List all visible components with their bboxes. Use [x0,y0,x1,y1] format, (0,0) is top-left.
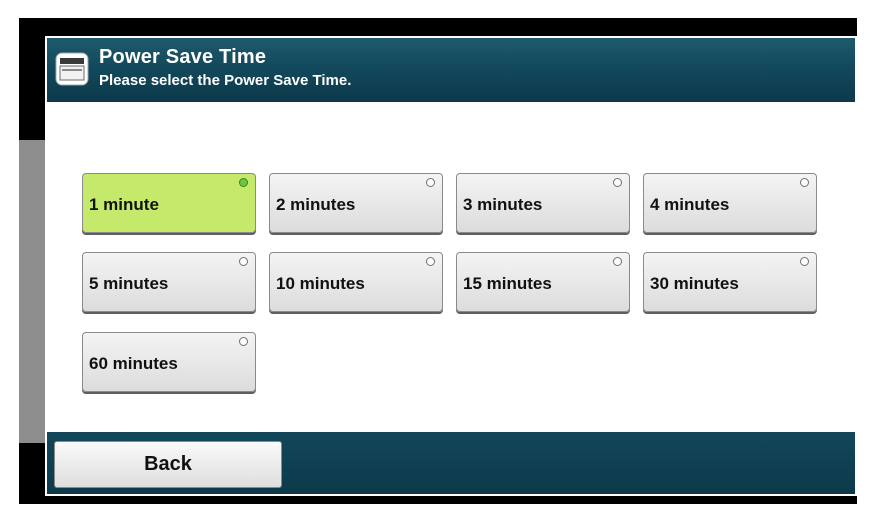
option-3-minutes[interactable]: 3 minutes [456,173,630,233]
option-label: 15 minutes [463,274,552,293]
device-screen: Power Save Time Please select the Power … [19,18,857,504]
power-save-dialog: Power Save Time Please select the Power … [45,36,857,496]
panel-display-icon [55,52,89,86]
radio-indicator-icon [239,337,248,346]
option-1-minute[interactable]: 1 minute [82,173,256,233]
option-10-minutes[interactable]: 10 minutes [269,252,443,312]
option-label: 60 minutes [89,354,178,373]
option-15-minutes[interactable]: 15 minutes [456,252,630,312]
option-label: 30 minutes [650,274,739,293]
page-subtitle: Please select the Power Save Time. [99,72,352,89]
dialog-header: Power Save Time Please select the Power … [47,38,855,102]
option-label: 10 minutes [276,274,365,293]
option-label: 3 minutes [463,195,543,214]
radio-indicator-icon [426,257,435,266]
back-button[interactable]: Back [54,441,282,488]
radio-indicator-icon [613,178,622,187]
radio-indicator-icon [800,178,809,187]
radio-indicator-icon [800,257,809,266]
option-60-minutes[interactable]: 60 minutes [82,332,256,392]
radio-indicator-icon [239,178,248,187]
dialog-footer: Back [47,432,855,494]
option-label: 1 minute [89,195,159,214]
option-label: 2 minutes [276,195,356,214]
page-title: Power Save Time [99,46,267,68]
option-label: 4 minutes [650,195,730,214]
radio-indicator-icon [239,257,248,266]
radio-indicator-icon [426,178,435,187]
option-30-minutes[interactable]: 30 minutes [643,252,817,312]
option-2-minutes[interactable]: 2 minutes [269,173,443,233]
option-label: 5 minutes [89,274,169,293]
option-5-minutes[interactable]: 5 minutes [82,252,256,312]
option-4-minutes[interactable]: 4 minutes [643,173,817,233]
radio-indicator-icon [613,257,622,266]
options-area: 1 minute 2 minutes 3 minutes 4 minutes 5… [47,102,855,432]
